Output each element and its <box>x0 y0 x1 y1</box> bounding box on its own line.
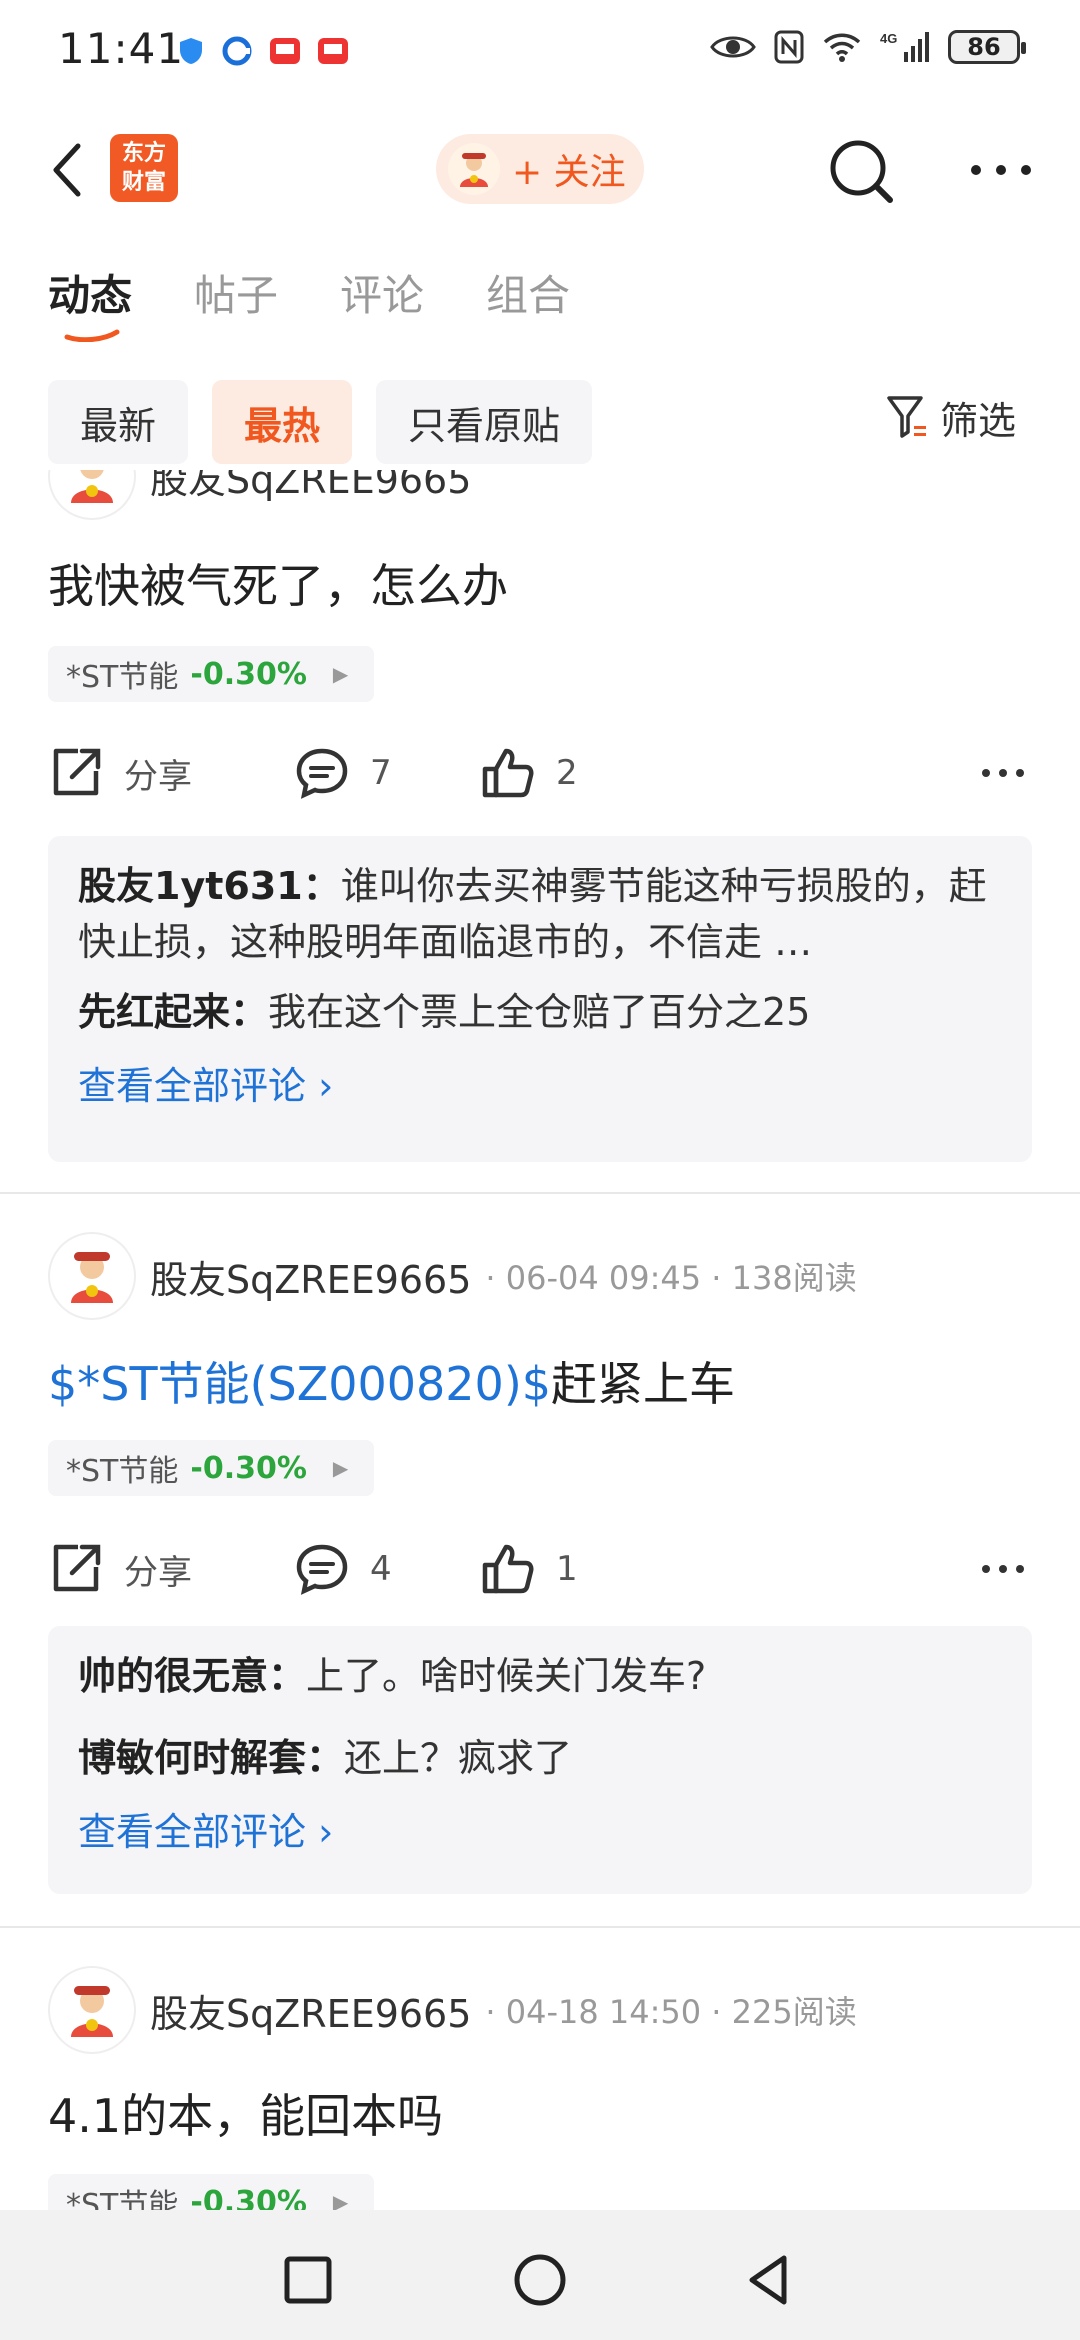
active-tab-indicator <box>64 329 120 342</box>
divider <box>0 1926 1080 1928</box>
sort-chips: 最新 最热 只看原贴 <box>48 380 593 464</box>
post-actions: 分享 7 2 <box>48 738 1032 808</box>
svg-text:4G: 4G <box>880 31 897 46</box>
app-notification-icon <box>318 38 348 64</box>
status-bar: 11:41 4G 86 <box>0 0 1080 100</box>
chip-original-only[interactable]: 只看原贴 <box>376 380 593 464</box>
stock-tag[interactable]: *ST节能 -0.30% ▶ <box>48 646 374 702</box>
share-button[interactable]: 分享 <box>48 1534 192 1604</box>
eastmoney-logo: 东方 财富 <box>110 134 178 202</box>
wifi-icon <box>823 33 861 62</box>
avatar <box>448 143 500 195</box>
comments-preview[interactable]: 股友1yt631：谁叫你去买神雾节能这种亏损股的，赶快止损，这种股明年面临退市的… <box>48 836 1032 1162</box>
nfc-icon <box>774 30 804 64</box>
browser-icon <box>222 36 252 66</box>
stock-name: *ST节能 <box>66 2188 179 2210</box>
author-name[interactable]: 股友SqZREE9665 <box>150 1249 471 1304</box>
divider <box>0 1192 1080 1194</box>
chip-hottest[interactable]: 最热 <box>212 380 353 464</box>
chip-latest[interactable]: 最新 <box>48 380 189 464</box>
comment-icon <box>296 748 348 799</box>
author-name[interactable]: 股友SqZREE9665 <box>150 470 471 504</box>
author-name[interactable]: 股友SqZREE9665 <box>150 1983 471 2038</box>
like-button[interactable]: 1 <box>480 1534 578 1604</box>
stock-name: *ST节能 <box>66 660 179 695</box>
triangle-right-icon: ▶ <box>332 1456 349 1480</box>
status-time: 11:41 <box>58 24 185 73</box>
stock-tag[interactable]: *ST节能 -0.30% ▶ <box>48 2174 374 2210</box>
stock-name: *ST节能 <box>66 1454 179 1489</box>
post-actions: 分享 4 1 <box>48 1534 1032 1604</box>
stock-link[interactable]: $*ST节能(SZ000820)$ <box>48 1357 551 1411</box>
profile-tabs: 动态 帖子 评论 组合 <box>48 262 570 342</box>
view-all-comments-link[interactable]: 查看全部评论 › <box>78 1058 1002 1114</box>
search-icon[interactable] <box>826 136 898 208</box>
back-triangle-icon[interactable] <box>740 2250 800 2310</box>
post-text[interactable]: $*ST节能(SZ000820)$赶紧上车 <box>48 1348 735 1414</box>
share-icon <box>53 748 101 796</box>
battery-indicator: 86 <box>948 30 1026 64</box>
stock-change: -0.30% <box>190 2184 307 2211</box>
post-text[interactable]: 我快被气死了，怎么办 <box>48 550 508 616</box>
comment-button[interactable]: 4 <box>294 1534 392 1604</box>
view-all-comments-link[interactable]: 查看全部评论 › <box>78 1804 1002 1860</box>
stock-tag[interactable]: *ST节能 -0.30% ▶ <box>48 1440 374 1496</box>
more-options-icon[interactable] <box>966 150 1036 190</box>
post-meta: · 04-18 14:50 · 225阅读 <box>485 1993 857 2031</box>
thumbs-up-icon <box>482 1544 534 1594</box>
thumbs-up-icon <box>482 748 534 798</box>
filter-label: 筛选 <box>940 399 1017 443</box>
avatar[interactable] <box>48 1966 136 2054</box>
comments-preview[interactable]: 帅的很无意：上了。啥时候关门发车? 博敏何时解套：还上？疯求了 查看全部评论 › <box>48 1626 1032 1894</box>
post-meta: · 06-04 09:45 · 138阅读 <box>485 1259 857 1297</box>
follow-button[interactable]: + 关注 <box>436 134 644 204</box>
tab-posts[interactable]: 帖子 <box>194 262 278 323</box>
post-author-row[interactable]: 股友SqZREE9665 · 06-04 09:45 · 138阅读 <box>48 1230 857 1322</box>
more-options-icon[interactable] <box>980 763 1026 783</box>
system-nav-bar <box>0 2210 1080 2340</box>
signal-icon: 4G <box>880 31 929 62</box>
tab-comments[interactable]: 评论 <box>340 262 424 323</box>
follow-label: + 关注 <box>512 152 626 193</box>
comment-item[interactable]: 帅的很无意：上了。啥时候关门发车? <box>78 1648 1002 1704</box>
comment-item[interactable]: 股友1yt631：谁叫你去买神雾节能这种亏损股的，赶快止损，这种股明年面临退市的… <box>78 858 1002 970</box>
post-author-row[interactable]: 股友SqZREE9665 <box>48 470 471 522</box>
home-icon[interactable] <box>510 2250 570 2310</box>
recent-apps-icon[interactable] <box>278 2250 338 2310</box>
stock-change: -0.30% <box>190 1450 307 1486</box>
triangle-right-icon: ▶ <box>332 2190 349 2210</box>
comment-item[interactable]: 博敏何时解套：还上？疯求了 <box>78 1730 1002 1786</box>
shield-icon <box>180 38 202 64</box>
post-author-row[interactable]: 股友SqZREE9665 · 04-18 14:50 · 225阅读 <box>48 1964 857 2056</box>
triangle-right-icon: ▶ <box>332 662 349 686</box>
comment-icon <box>296 1544 348 1595</box>
stock-change: -0.30% <box>190 656 307 692</box>
avatar[interactable] <box>48 1232 136 1320</box>
tab-dynamic[interactable]: 动态 <box>48 262 132 342</box>
avatar[interactable] <box>48 470 136 520</box>
filter-button[interactable]: 筛选 <box>886 390 1016 445</box>
tab-portfolio[interactable]: 组合 <box>486 262 570 323</box>
comment-item[interactable]: 先红起来：我在这个票上全仓赔了百分之25 <box>78 984 1002 1040</box>
app-notification-icon <box>270 38 300 64</box>
post-text[interactable]: 4.1的本，能回本吗 <box>48 2080 443 2146</box>
post-feed[interactable]: 股友SqZREE9665 我快被气死了，怎么办 *ST节能 -0.30% ▶ 分… <box>0 470 1080 2210</box>
filter-icon <box>887 395 926 438</box>
comment-button[interactable]: 7 <box>294 738 392 808</box>
share-icon <box>53 1544 101 1592</box>
more-options-icon[interactable] <box>980 1559 1026 1579</box>
like-button[interactable]: 2 <box>480 738 578 808</box>
back-arrow-icon[interactable] <box>44 140 94 200</box>
share-button[interactable]: 分享 <box>48 738 192 808</box>
eye-icon <box>710 36 756 58</box>
app-header: 东方 财富 + 关注 <box>0 120 1080 220</box>
